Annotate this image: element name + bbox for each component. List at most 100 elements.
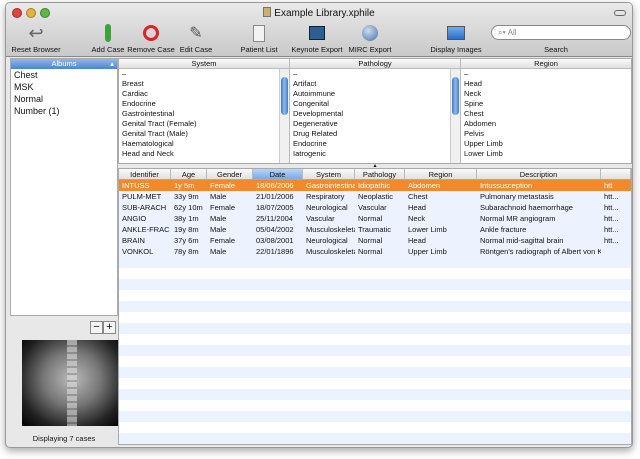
browser-item[interactable]: Head and Neck: [119, 149, 289, 159]
table-cell: Neck: [408, 214, 426, 223]
table-cell: htt...: [604, 203, 619, 212]
table-cell: Neurological: [306, 236, 348, 245]
add-album-button[interactable]: +: [103, 321, 116, 334]
system-column-header[interactable]: System: [119, 59, 289, 69]
patient-list-button[interactable]: Patient List: [234, 23, 284, 54]
column-header[interactable]: [601, 169, 631, 179]
table-cell: 05/04/2002: [256, 225, 294, 234]
table-cell: htt...: [604, 192, 619, 201]
search-input[interactable]: ⌕▾ All: [491, 25, 631, 40]
table-cell: Chest: [408, 192, 428, 201]
browser-item[interactable]: Upper Limb: [461, 139, 631, 149]
table-row[interactable]: BRAIN 37y 6m Female 03/08/2001 Neurological N…: [119, 235, 631, 246]
browser-item[interactable]: Iatrogenic: [290, 149, 460, 159]
browser-item[interactable]: Endocrine: [119, 99, 289, 109]
pathology-scrollbar[interactable]: [450, 69, 460, 163]
search-placeholder: All: [507, 28, 517, 37]
region-column[interactable]: Region – Head Neck Spine Chest Abdomen Pelvis Up…: [461, 59, 631, 163]
table-row[interactable]: ANKLE-FRAC 19y 8m Male 05/04/2002 Musculoske…: [119, 224, 631, 235]
album-item[interactable]: Chest: [11, 69, 117, 81]
label: Edit Case: [179, 45, 213, 54]
albums-list[interactable]: Albums ▴ Chest MSK Normal Number (1): [10, 58, 118, 316]
table-cell: SUB-ARACH: [122, 203, 167, 212]
column-header[interactable]: Description: [477, 169, 601, 179]
browser-item[interactable]: Chest: [461, 109, 631, 119]
browser-item[interactable]: Artifact: [290, 79, 460, 89]
browser-item[interactable]: Cardiac: [119, 89, 289, 99]
column-header[interactable]: Pathology: [355, 169, 405, 179]
browser-item[interactable]: Drug Related: [290, 129, 460, 139]
header-label: Albums: [51, 59, 77, 68]
browser-item[interactable]: Endocrine: [290, 139, 460, 149]
table-cell: Male: [210, 225, 227, 234]
region-column-header[interactable]: Region: [461, 59, 631, 69]
column-header[interactable]: System: [303, 169, 355, 179]
browser-item[interactable]: –: [461, 69, 631, 79]
browser-item[interactable]: Lower Limb: [461, 149, 631, 159]
browser-item[interactable]: Abdomen: [461, 119, 631, 129]
table-cell: Upper Limb: [408, 247, 447, 256]
browser-item[interactable]: Autoimmune: [290, 89, 460, 99]
label: Keynote Export: [291, 45, 343, 54]
edit-case-button[interactable]: ✎ Edit Case: [176, 23, 216, 54]
reset-arrow-icon: ↩: [28, 22, 44, 43]
album-item[interactable]: Number (1): [11, 105, 117, 117]
mirc-export-button[interactable]: MIRC Export: [346, 23, 394, 54]
browser-item[interactable]: Gastrointestinal: [119, 109, 289, 119]
table-row[interactable]: ANGIO 38y 1m Male 25/11/2004 Vascular Normal N…: [119, 213, 631, 224]
pathology-column-header[interactable]: Pathology: [290, 59, 460, 69]
table-cell: Female: [210, 236, 236, 245]
browser-item[interactable]: Spine: [461, 99, 631, 109]
browser-item[interactable]: Head: [461, 79, 631, 89]
table-cell: ANKLE-FRAC: [122, 225, 170, 234]
system-column[interactable]: System – Breast Cardiac Endocrine Gastrointes…: [119, 59, 290, 163]
browser-item[interactable]: –: [290, 69, 460, 79]
column-header[interactable]: Age: [171, 169, 207, 179]
table-cell: 03/08/2001: [256, 236, 294, 245]
browser-item[interactable]: –: [119, 69, 289, 79]
reset-browser-button[interactable]: ↩ Reset Browser: [10, 22, 62, 55]
browser-item[interactable]: Haematological: [119, 139, 289, 149]
table-cell: Ankle fracture: [480, 225, 527, 234]
album-item[interactable]: Normal: [11, 93, 117, 105]
browser-item[interactable]: Degenerative: [290, 119, 460, 129]
table-cell: Gastrointestinal: [306, 181, 355, 190]
table-cell: 33y 9m: [174, 192, 199, 201]
browser-item[interactable]: Genital Tract (Female): [119, 119, 289, 129]
keynote-export-button[interactable]: Keynote Export: [289, 23, 345, 54]
table-cell: ANGIO: [122, 214, 147, 223]
albums-header[interactable]: Albums ▴: [11, 59, 117, 69]
column-header[interactable]: Date: [253, 169, 303, 179]
column-header[interactable]: Identifier: [119, 169, 171, 179]
browser-item[interactable]: Pelvis: [461, 129, 631, 139]
table-row[interactable]: SUB-ARACH 62y 10m Female 18/07/2005 Neurolog…: [119, 202, 631, 213]
add-case-button[interactable]: Add Case: [88, 23, 128, 54]
scroll-thumb[interactable]: [452, 77, 459, 115]
browser-item[interactable]: Breast: [119, 79, 289, 89]
table-row[interactable]: PULM-MET 33y 9m Male 21/01/2006 Respiratory N…: [119, 191, 631, 202]
remove-album-button[interactable]: −: [90, 321, 103, 334]
scroll-thumb[interactable]: [281, 77, 288, 115]
display-images-button[interactable]: Display Images: [428, 23, 484, 54]
toolbar-toggle-button[interactable]: [614, 10, 626, 16]
table-cell: Normal: [358, 236, 383, 245]
browser-item[interactable]: Congenital: [290, 99, 460, 109]
table-cell: Neurological: [306, 203, 348, 212]
browser-item[interactable]: Neck: [461, 89, 631, 99]
table-cell: Abdomen: [408, 181, 441, 190]
column-header[interactable]: Region: [405, 169, 477, 179]
browser-item[interactable]: Genital Tract (Male): [119, 129, 289, 139]
remove-case-button[interactable]: Remove Case: [126, 23, 176, 54]
sort-arrow-icon: ▴: [110, 59, 114, 68]
sidebar: Albums ▴ Chest MSK Normal Number (1) − + D…: [10, 58, 122, 444]
browser-item[interactable]: Developmental: [290, 109, 460, 119]
album-item[interactable]: MSK: [11, 81, 117, 93]
table-cell: htt...: [604, 214, 619, 223]
table-row[interactable]: INTUSS 1y 5m Female 18/06/2006 Gastrointesti…: [119, 180, 631, 191]
table-cell: Intussusception: [480, 181, 533, 190]
column-header[interactable]: Gender: [207, 169, 253, 179]
prohibited-icon: [126, 23, 176, 43]
system-scrollbar[interactable]: [279, 69, 289, 163]
pathology-column[interactable]: Pathology – Artifact Autoimmune Congenital De…: [290, 59, 461, 163]
table-row[interactable]: VONKOL 78y 8m Male 22/01/1896 Musculoskeleta…: [119, 246, 631, 257]
